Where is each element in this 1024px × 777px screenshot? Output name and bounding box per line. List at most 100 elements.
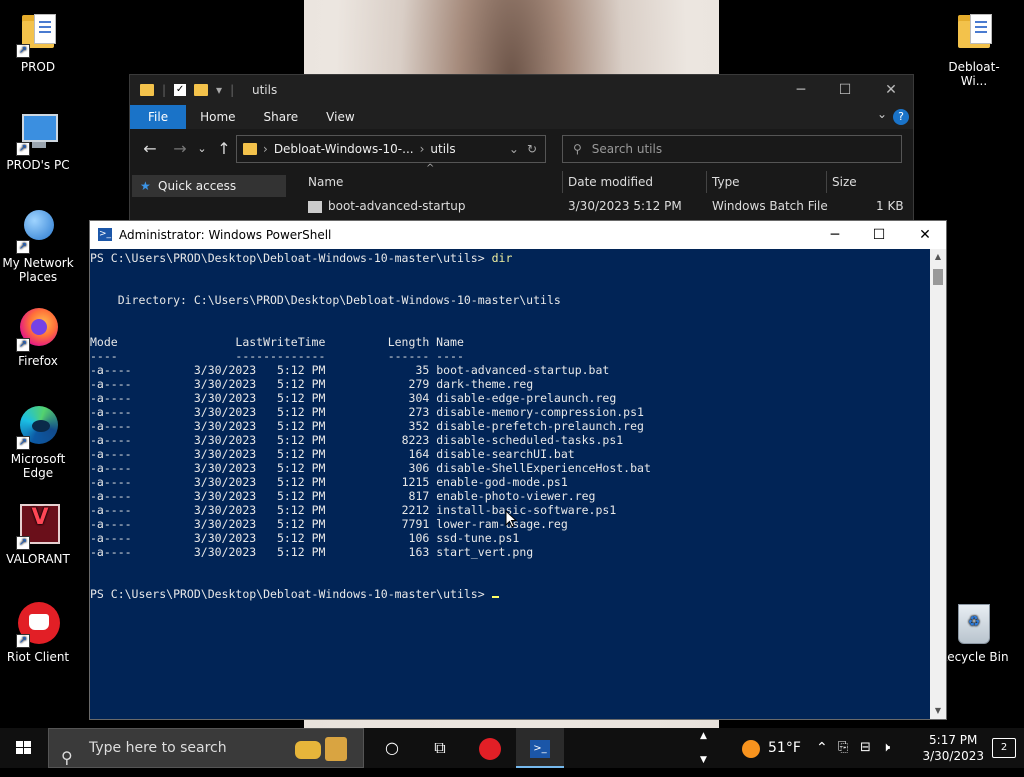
chevron-down-icon: ▼: [700, 755, 707, 765]
console-table-header: Mode LastWriteTime Length Name: [90, 335, 464, 349]
up-arrow-icon[interactable]: ↑: [214, 139, 234, 158]
column-divider[interactable]: [826, 171, 827, 193]
tab-share[interactable]: Share: [250, 105, 313, 129]
minimize-button[interactable]: ─: [778, 75, 824, 105]
file-row-name[interactable]: boot-advanced-startup: [308, 199, 465, 213]
file-date: 3/30/2023: [193, 461, 257, 475]
desktop-icon-label: Riot Client: [6, 650, 70, 664]
breadcrumb-item[interactable]: Debloat-Windows-10-...: [274, 142, 414, 156]
desktop-icon-this-pc[interactable]: ↗ PROD's PC: [0, 110, 76, 172]
taskbar-powershell[interactable]: >_: [516, 728, 564, 768]
search-input[interactable]: ⚲ Search utils: [562, 135, 902, 163]
new-folder-icon[interactable]: [194, 84, 209, 96]
desktop-icon-prod[interactable]: ↗ PROD: [0, 12, 76, 74]
explorer-window[interactable]: | ✓ ▾ | utils ─ ☐ ✕ File Home Share View…: [129, 74, 914, 224]
close-button[interactable]: ✕: [868, 75, 914, 105]
file-mode: -a----: [90, 405, 132, 419]
file-time: 5:12 PM: [276, 419, 326, 433]
desktop-icon-debloat-folder[interactable]: Debloat-Wi...: [936, 12, 1012, 88]
maximize-button[interactable]: ☐: [822, 75, 868, 105]
tab-file[interactable]: File: [130, 105, 187, 129]
chevron-down-icon[interactable]: ▾: [216, 83, 222, 97]
address-dropdown-icon[interactable]: ⌄: [509, 142, 519, 156]
console-scrollbar[interactable]: ▲ ▼: [930, 249, 946, 719]
file-mode: -a----: [90, 363, 132, 377]
desktop-icon-edge[interactable]: ↗ Microsoft Edge: [0, 404, 76, 480]
console-table-separator: ---- ------------- ------ ----: [90, 349, 464, 363]
file-length: 106: [408, 531, 430, 545]
address-bar[interactable]: › Debloat-Windows-10-... › utils ⌄ ↻: [236, 135, 546, 163]
column-header-name[interactable]: Name: [308, 169, 343, 195]
close-button[interactable]: ✕: [902, 221, 948, 249]
nav-item-label: Quick access: [158, 179, 237, 193]
desktop-icon-network[interactable]: ↗ My Network Places: [0, 208, 76, 284]
file-length: 8223: [401, 433, 430, 447]
file-mode: -a----: [90, 377, 132, 391]
tab-view[interactable]: View: [312, 105, 368, 129]
file-name: lower-ram-usage.reg: [436, 517, 568, 531]
desktop-icon-label: Recycle Bin: [939, 650, 1009, 664]
desktop-icon-firefox[interactable]: ↗ Firefox: [0, 306, 76, 368]
scroll-down-icon[interactable]: ▼: [930, 703, 946, 719]
breadcrumb-item[interactable]: utils: [430, 142, 455, 156]
text-cursor: [491, 596, 499, 598]
explorer-titlebar[interactable]: | ✓ ▾ | utils ─ ☐ ✕: [130, 75, 913, 105]
help-icon[interactable]: ?: [893, 109, 909, 125]
column-header-size[interactable]: Size: [832, 169, 857, 195]
taskbar-riot-client[interactable]: [466, 728, 514, 768]
forward-arrow-icon[interactable]: →: [170, 139, 190, 158]
console-file-row: -a---- 3/30/2023 5:12 PM 352 disable-pre…: [90, 419, 930, 433]
desktop-icon-recycle-bin[interactable]: Recycle Bin: [936, 602, 1012, 664]
file-time: 5:12 PM: [276, 433, 326, 447]
tray-icon-volume[interactable]: 🕨: [882, 728, 890, 768]
file-name: disable-scheduled-tasks.ps1: [436, 433, 624, 447]
scroll-thumb[interactable]: [933, 269, 943, 285]
taskbar-search-input[interactable]: ⚲ Type here to search: [48, 728, 364, 768]
taskbar-scroll[interactable]: ▲ ▼: [700, 730, 714, 770]
back-arrow-icon[interactable]: ←: [140, 139, 160, 158]
file-row-date: 3/30/2023 5:12 PM: [568, 199, 682, 213]
file-time: 5:12 PM: [276, 405, 326, 419]
notification-center-button[interactable]: 2: [992, 738, 1016, 758]
properties-icon[interactable]: ✓: [174, 84, 187, 96]
console-file-row: -a---- 3/30/2023 5:12 PM 273 disable-mem…: [90, 405, 930, 419]
file-length: 306: [408, 461, 430, 475]
minimize-button[interactable]: ─: [812, 221, 858, 249]
powershell-icon: >_: [530, 739, 550, 758]
file-length: 1215: [401, 475, 430, 489]
breadcrumb-separator-icon: ›: [263, 142, 268, 156]
file-row-type: Windows Batch File: [712, 199, 828, 213]
recent-locations-chevron-icon[interactable]: ⌄: [192, 142, 212, 155]
tray-icon-network[interactable]: ⊟: [860, 728, 871, 768]
console-prompt-line[interactable]: PS C:\Users\PROD\Desktop\Debloat-Windows…: [90, 587, 930, 601]
powershell-titlebar[interactable]: >_ Administrator: Windows PowerShell ─ ☐…: [90, 221, 946, 249]
task-view-button[interactable]: ⧉: [416, 728, 464, 768]
taskbar-clock[interactable]: 5:17 PM 3/30/2023: [922, 732, 984, 764]
column-divider[interactable]: [706, 171, 707, 193]
column-header-date[interactable]: Date modified: [568, 169, 653, 195]
tab-home[interactable]: Home: [186, 105, 249, 129]
scroll-up-icon[interactable]: ▲: [930, 249, 946, 265]
expand-ribbon-icon[interactable]: ⌄: [877, 107, 887, 121]
nav-item-quick-access[interactable]: ★ Quick access: [132, 175, 286, 197]
clock-time: 5:17 PM: [929, 733, 978, 747]
cortana-button[interactable]: ○: [368, 728, 416, 768]
desktop-icon-riot-client[interactable]: ↗ Riot Client: [0, 602, 76, 664]
tray-icon-meet[interactable]: ⎘: [838, 728, 848, 768]
explorer-body: ★ Quick access Name ^ Date modified Type …: [130, 163, 913, 225]
batch-file-icon: [308, 200, 322, 213]
desktop-icon-valorant[interactable]: ↗ VALORANT: [0, 504, 76, 566]
chevron-up-icon: ⌃: [816, 740, 828, 756]
refresh-icon[interactable]: ↻: [527, 142, 537, 156]
file-date: 3/30/2023: [193, 405, 257, 419]
column-header-type[interactable]: Type: [712, 169, 740, 195]
task-view-icon: ⧉: [434, 738, 446, 757]
weather-widget[interactable]: 51°F: [742, 728, 801, 768]
start-button[interactable]: [0, 728, 48, 768]
maximize-button[interactable]: ☐: [856, 221, 902, 249]
show-hidden-icons-button[interactable]: ⌃: [816, 728, 828, 768]
column-divider[interactable]: [562, 171, 563, 193]
console-output[interactable]: PS C:\Users\PROD\Desktop\Debloat-Windows…: [90, 249, 930, 719]
powershell-window[interactable]: >_ Administrator: Windows PowerShell ─ ☐…: [89, 220, 947, 720]
